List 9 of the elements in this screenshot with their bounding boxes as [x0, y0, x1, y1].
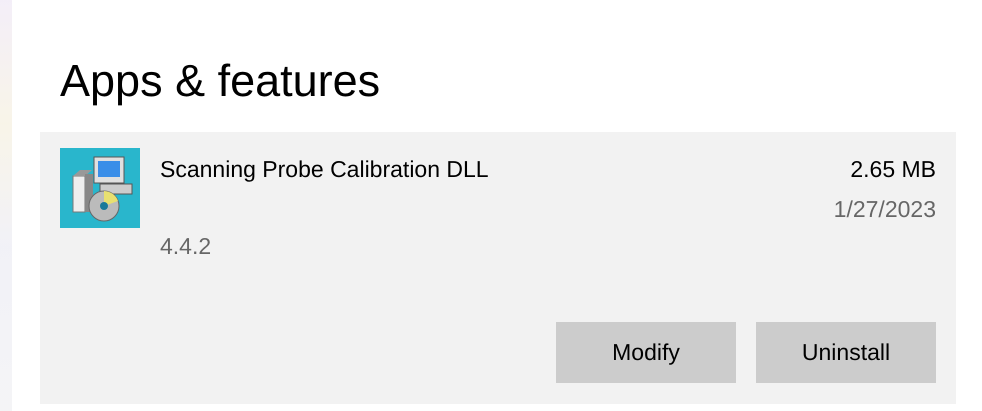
app-version: 4.4.2: [160, 232, 212, 261]
uninstall-button[interactable]: Uninstall: [756, 322, 936, 383]
page-title: Apps & features: [60, 54, 382, 108]
install-date: 1/27/2023: [834, 195, 936, 224]
app-size: 2.65 MB: [850, 155, 936, 184]
installer-icon: [60, 148, 140, 228]
app-name: Scanning Probe Calibration DLL: [160, 155, 490, 184]
app-list-item[interactable]: Scanning Probe Calibration DLL 4.4.2 2.65 MB 1/27/2023 Modify Uninstall: [40, 132, 956, 404]
modify-button[interactable]: Modify: [556, 322, 736, 383]
